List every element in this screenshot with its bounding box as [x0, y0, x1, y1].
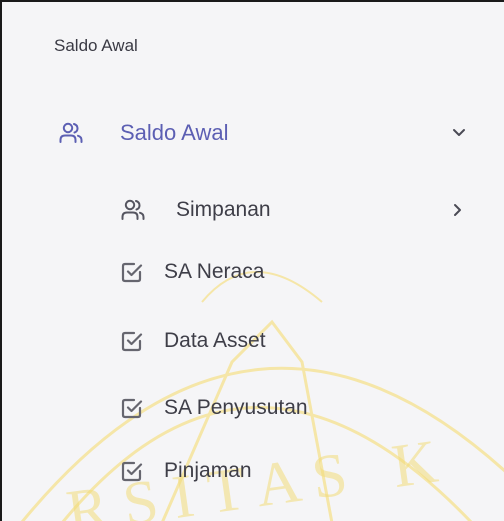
submenu-item-sa-penyusutan[interactable]: SA Penyusutan: [120, 390, 308, 426]
chevron-down-icon[interactable]: [450, 123, 468, 141]
users-icon: [120, 197, 146, 223]
menu-item-label: Data Asset: [164, 329, 266, 352]
submenu-item-simpanan[interactable]: Simpanan: [120, 192, 474, 228]
menu-item-label: SA Neraca: [164, 260, 265, 283]
checkbox-icon: [120, 396, 144, 420]
checkbox-icon: [120, 459, 144, 483]
menu-item-label: Pinjaman: [164, 459, 252, 482]
sidebar-panel: R S I T A S K Saldo Awal Saldo Awal Simp…: [0, 0, 504, 521]
menu-item-saldo-awal[interactable]: Saldo Awal: [58, 114, 474, 152]
menu-item-label: SA Penyusutan: [164, 396, 308, 419]
section-header: Saldo Awal: [54, 36, 138, 55]
submenu-item-pinjaman[interactable]: Pinjaman: [120, 453, 252, 489]
checkbox-icon: [120, 329, 144, 353]
chevron-right-icon[interactable]: [448, 201, 466, 219]
submenu-item-sa-neraca[interactable]: SA Neraca: [120, 254, 264, 290]
menu-item-label: Simpanan: [176, 198, 271, 221]
users-icon: [58, 120, 84, 146]
submenu-item-data-asset[interactable]: Data Asset: [120, 323, 266, 359]
checkbox-icon: [120, 260, 144, 284]
menu-item-label: Saldo Awal: [120, 120, 229, 145]
